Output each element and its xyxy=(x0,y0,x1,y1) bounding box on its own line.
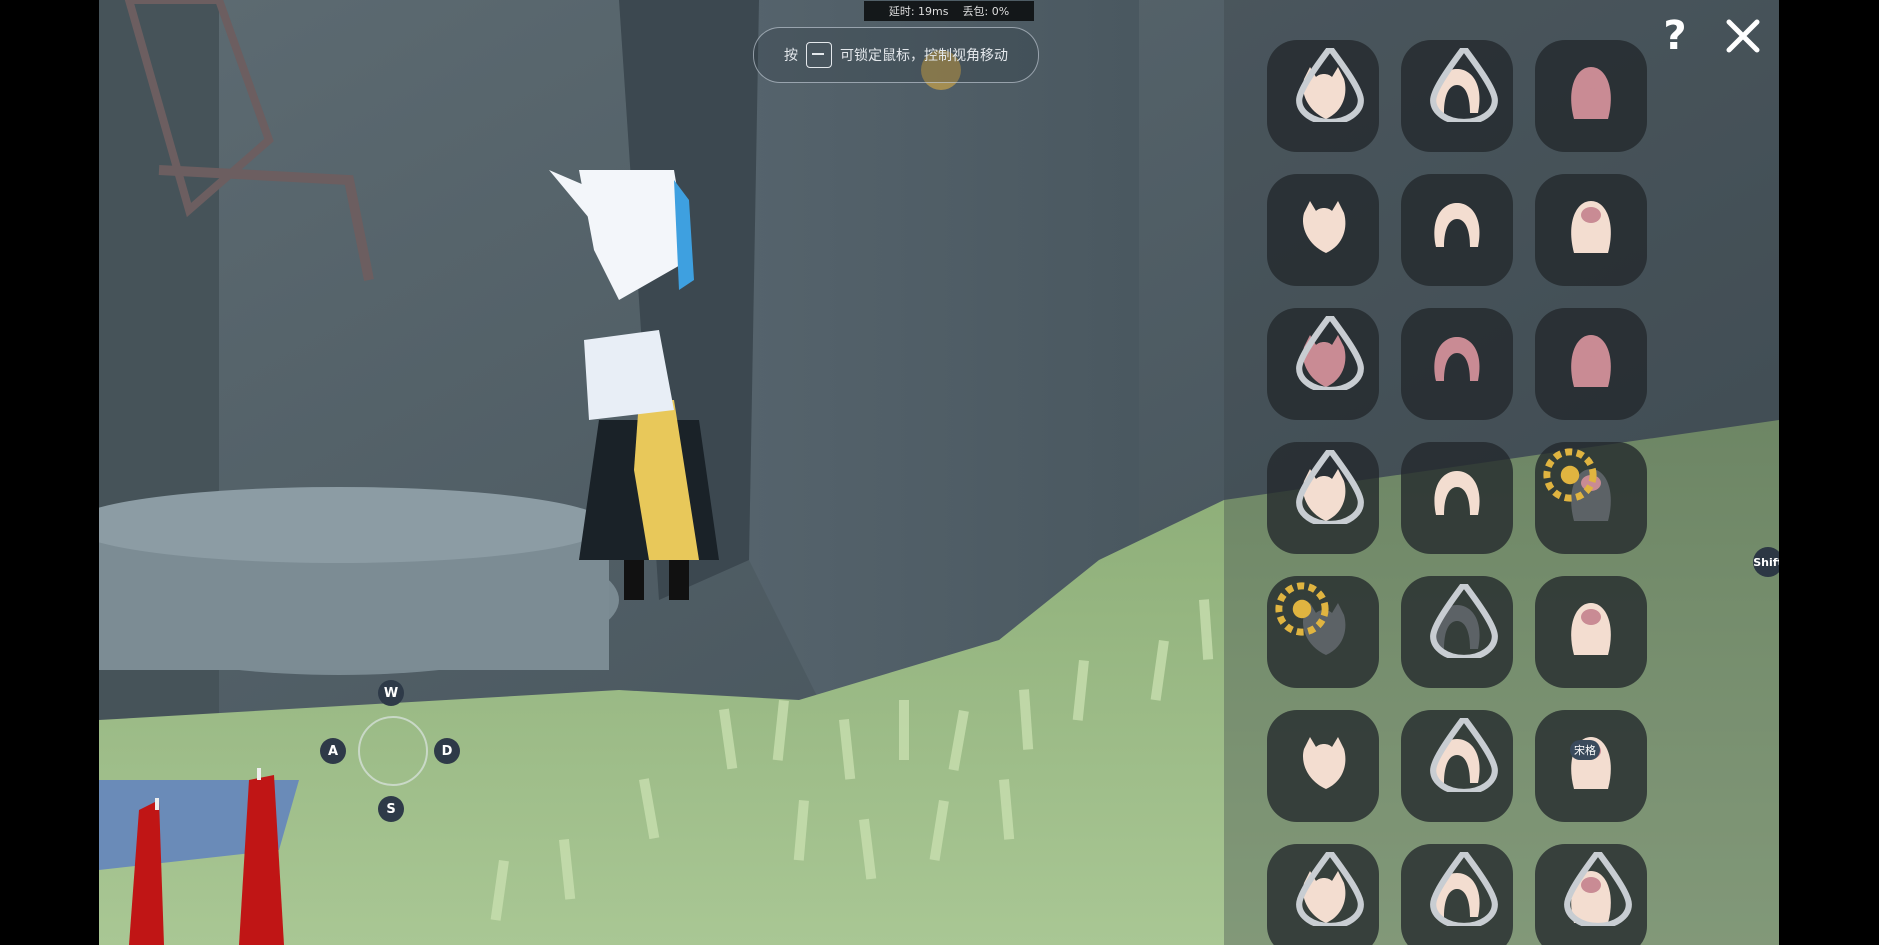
key-a-button[interactable]: A xyxy=(320,738,346,764)
closet-item[interactable] xyxy=(1535,174,1647,286)
spirit-badge-icon xyxy=(1543,448,1597,502)
closet-item[interactable] xyxy=(1401,844,1513,945)
closet-item[interactable] xyxy=(1401,308,1513,420)
closet-item[interactable] xyxy=(1267,576,1379,688)
hair-ponytail-pink-icon xyxy=(1434,337,1480,381)
closet-item[interactable] xyxy=(1267,710,1379,822)
hair-pigtail-pink-icon xyxy=(1571,67,1611,119)
candle-drop-icon xyxy=(1296,48,1364,122)
packet-loss-label: 丢包: 0% xyxy=(962,5,1010,18)
closet-item[interactable] xyxy=(1401,40,1513,152)
closet-item[interactable] xyxy=(1401,442,1513,554)
mouse-lock-hint: 按 可锁定鼠标，控制视角移动 xyxy=(753,27,1039,83)
closet-item[interactable] xyxy=(1267,308,1379,420)
closet-item[interactable] xyxy=(1535,576,1647,688)
closet-item[interactable] xyxy=(1401,710,1513,822)
candle-drop-icon xyxy=(1430,48,1498,122)
network-stats: 延时: 19ms 丢包: 0% xyxy=(864,1,1034,21)
hair-long-icon xyxy=(1434,471,1480,515)
letterbox-left xyxy=(0,0,99,945)
closet-item[interactable] xyxy=(1267,174,1379,286)
letterbox-right xyxy=(1779,0,1879,945)
key-w-button[interactable]: W xyxy=(378,680,404,706)
keyboard-key-icon xyxy=(806,42,832,68)
item-tag: 宋格 xyxy=(1570,740,1600,760)
candle-drop-icon xyxy=(1430,584,1498,658)
latency-label: 延时: 19ms xyxy=(888,5,949,18)
closet-item[interactable] xyxy=(1401,576,1513,688)
closet-item[interactable] xyxy=(1267,844,1379,945)
closet-item[interactable]: 宋格 xyxy=(1535,710,1647,822)
hair-short-icon xyxy=(1571,201,1611,253)
game-viewport[interactable]: 延时: 19ms 丢包: 0% 按 可锁定鼠标，控制视角移动 W A D S 宋… xyxy=(99,0,1779,945)
hint-text: 可锁定鼠标，控制视角移动 xyxy=(840,48,1008,64)
closet-item[interactable] xyxy=(1535,844,1647,945)
closet-item[interactable] xyxy=(1535,308,1647,420)
hint-prefix: 按 xyxy=(784,48,798,64)
closet-item[interactable] xyxy=(1267,442,1379,554)
candle-drop-icon xyxy=(1430,852,1498,926)
candle-drop-icon xyxy=(1296,450,1364,524)
closet-item[interactable] xyxy=(1401,174,1513,286)
candle-drop-icon xyxy=(1296,852,1364,926)
help-button[interactable]: ? xyxy=(1657,14,1693,58)
key-s-button[interactable]: S xyxy=(378,796,404,822)
shift-key-badge: Shift xyxy=(1753,547,1779,577)
closet-item[interactable] xyxy=(1535,40,1647,152)
candle-drop-icon xyxy=(1430,718,1498,792)
hair-bun-pink-icon xyxy=(1571,335,1611,387)
key-d-button[interactable]: D xyxy=(434,738,460,764)
closet-item[interactable] xyxy=(1267,40,1379,152)
hair-twin-tails-icon xyxy=(1302,737,1346,789)
close-icon[interactable] xyxy=(1725,18,1761,54)
candle-drop-icon xyxy=(1296,316,1364,390)
spirit-badge-icon xyxy=(1275,582,1329,636)
candle-drop-icon xyxy=(1564,852,1632,926)
hair-topknot-icon xyxy=(1434,203,1480,247)
movement-joystick[interactable] xyxy=(358,716,428,786)
closet-item[interactable] xyxy=(1535,442,1647,554)
hair-tiara-icon xyxy=(1302,201,1346,253)
hair-lion-mask-icon xyxy=(1571,603,1611,655)
